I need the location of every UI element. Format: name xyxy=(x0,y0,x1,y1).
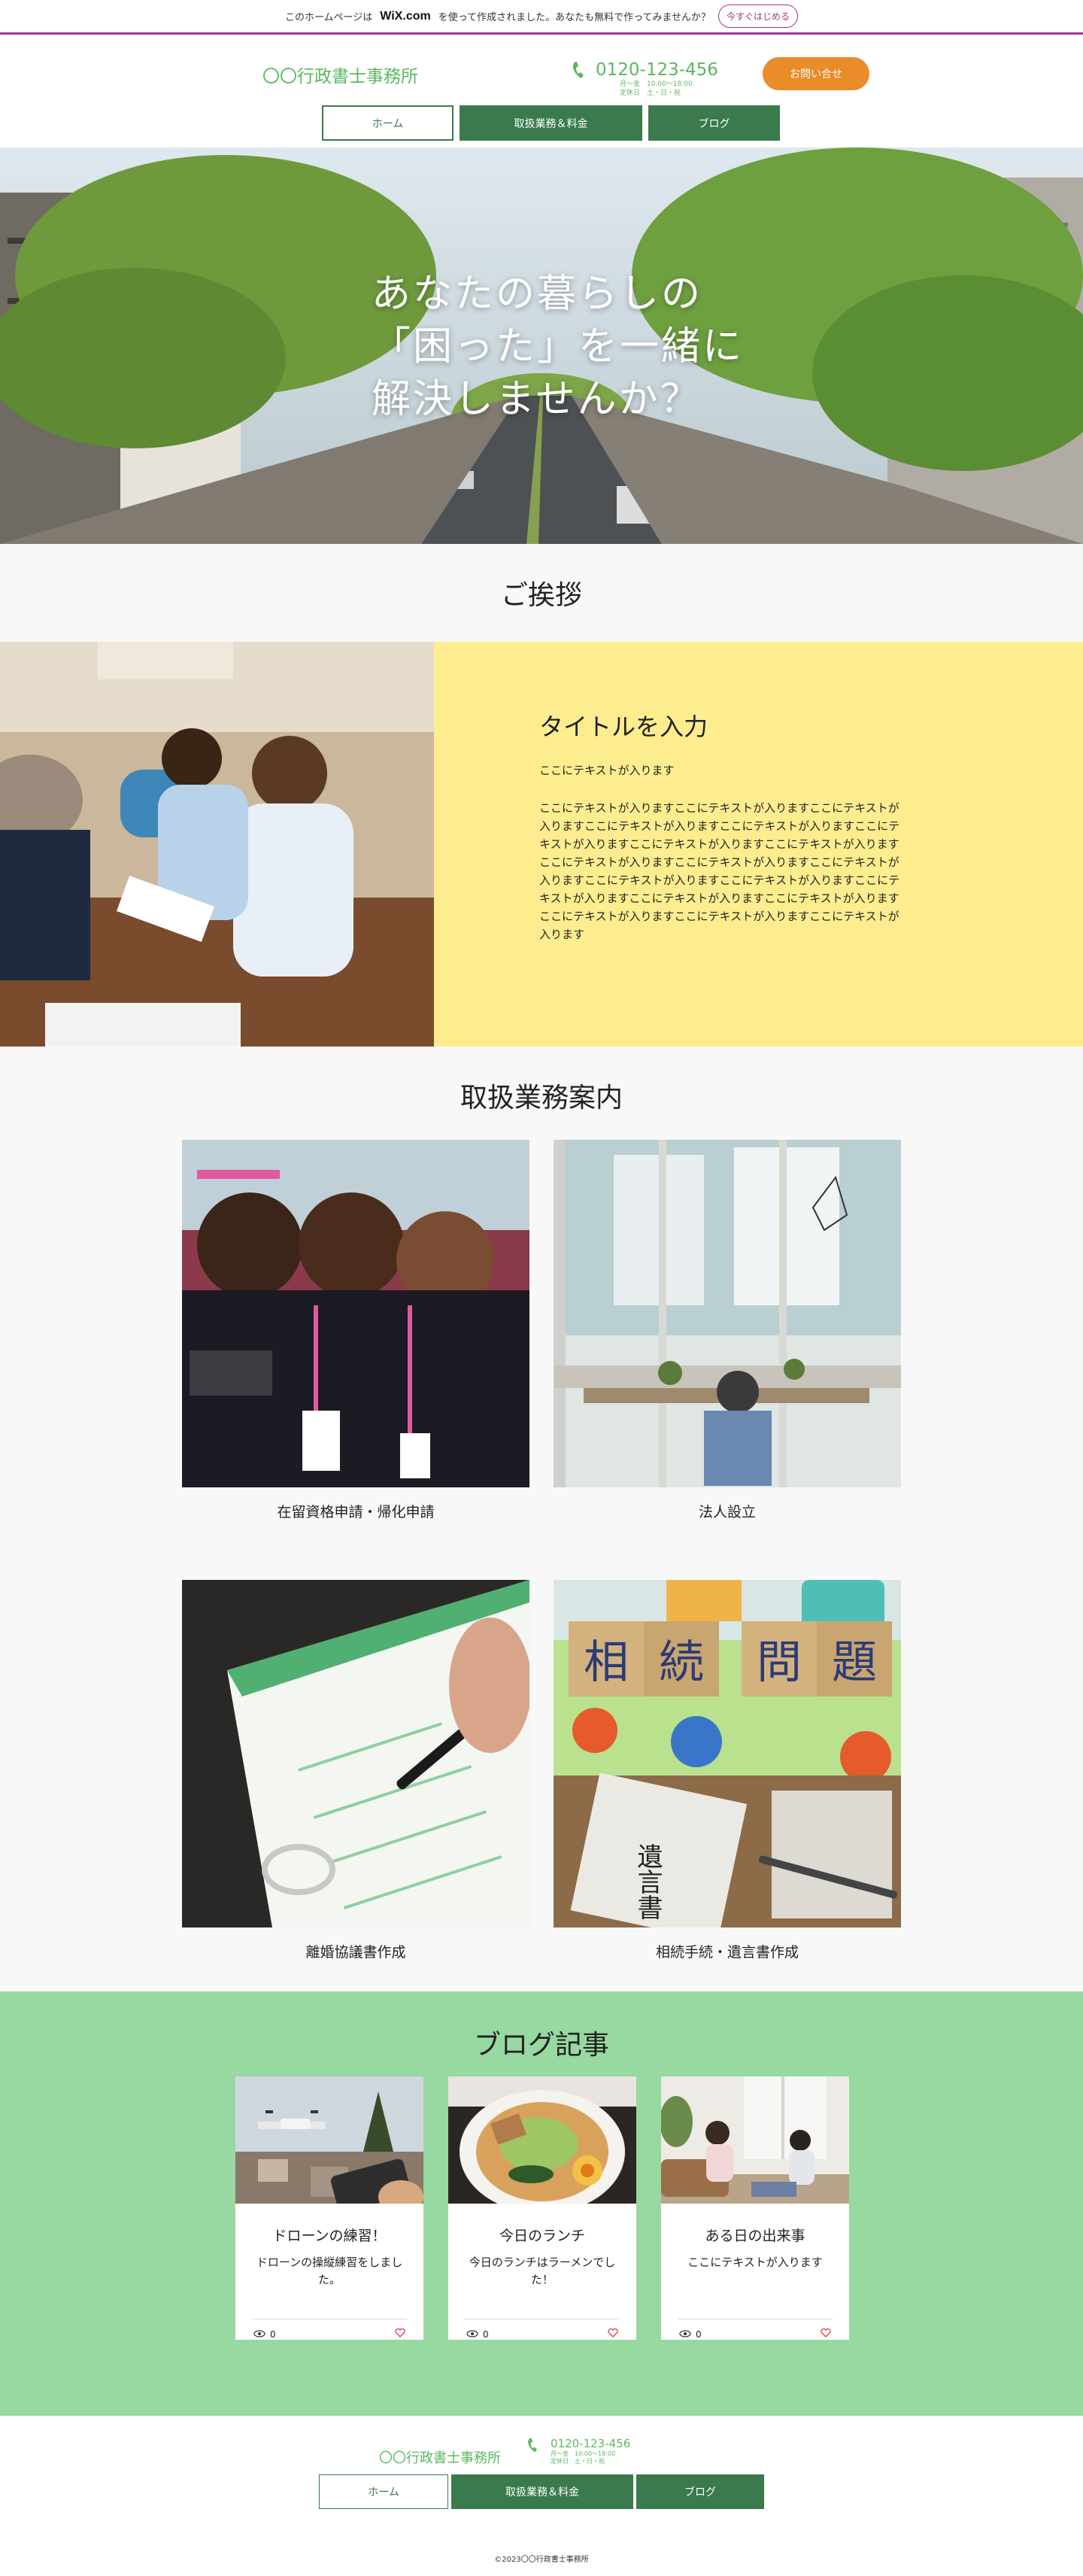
greeting-section: タイトルを入力 ここにテキストが入ります ここにテキストが入りますここにテキスト… xyxy=(0,642,1083,1046)
drone-photo xyxy=(235,2076,423,2204)
visa-service-photo xyxy=(182,1140,529,1487)
footer-nav: ホーム 取扱業務＆料金 ブログ xyxy=(319,2474,764,2509)
greeting-text-panel: タイトルを入力 ここにテキストが入ります ここにテキストが入りますここにテキスト… xyxy=(434,642,1083,1046)
site-header: 〇〇行政書士事務所 0120-123-456 月〜金 10:00〜18:00 定… xyxy=(0,35,1083,147)
divorce-document-photo xyxy=(182,1580,529,1927)
blog-meta: 0 xyxy=(448,2319,636,2340)
will-text: 遺言書 xyxy=(633,1843,663,1920)
greeting-body: ここにテキストが入りますここにテキストが入りますここにテキストが入りますここにテ… xyxy=(539,801,900,941)
blog-title-drone[interactable]: ドローンの練習！ xyxy=(235,2225,423,2245)
block-char-1: 相 xyxy=(584,1636,629,1689)
footer-phone: 0120-123-456 月〜金 10:00〜18:00 定休日 土・日・祝 xyxy=(526,2437,630,2465)
site-footer: 〇〇行政書士事務所 0120-123-456 月〜金 10:00〜18:00 定… xyxy=(0,2416,1083,2576)
header-hours-closed: 定休日 土・日・祝 xyxy=(620,90,681,97)
header-phone: 0120-123-456 月〜金 10:00〜18:00 定休日 土・日・祝 xyxy=(572,60,718,98)
wix-promo-banner: このホームページは WiX.com を使って作成されました。あなたも無料で作って… xyxy=(0,0,1083,35)
hero-line-2: 「困った」を一緒に xyxy=(372,324,745,369)
service-card-visa[interactable]: 在留資格申請・帰化申請 xyxy=(182,1140,529,1521)
hero-section: あなたの暮らしの 「困った」を一緒に 解決しませんか？ xyxy=(0,147,1083,544)
wix-banner-text-after: を使って作成されました。あなたも無料で作ってみませんか？ xyxy=(438,12,711,23)
eye-icon xyxy=(466,2329,478,2340)
wix-banner-text-before: このホームページは xyxy=(284,12,373,23)
heart-icon[interactable] xyxy=(608,2328,618,2340)
block-char-3: 問 xyxy=(757,1636,802,1689)
footer-nav-home[interactable]: ホーム xyxy=(319,2474,448,2509)
greeting-title: タイトルを入力 xyxy=(539,712,708,741)
service-card-divorce[interactable]: 離婚協議書作成 xyxy=(182,1580,529,1961)
ramen-photo xyxy=(448,2076,636,2204)
header-hours-weekday: 月〜金 10:00〜18:00 xyxy=(620,80,693,88)
service-label-divorce[interactable]: 離婚協議書作成 xyxy=(305,1941,405,1961)
greeting-subtitle: ここにテキストが入ります xyxy=(539,764,675,777)
hero-line-3: 解決しませんか？ xyxy=(372,377,702,422)
services-section: 取扱業務案内 在留資格申請・帰化申請 法人設立 離婚協議書作成 相 続 問 題 … xyxy=(0,1046,1083,1991)
hero-line-1: あなたの暮らしの xyxy=(372,272,703,317)
footer-hours-closed: 定休日 土・日・祝 xyxy=(551,2458,605,2465)
header-phone-number[interactable]: 0120-123-456 xyxy=(596,60,718,80)
phone-icon xyxy=(572,60,587,83)
blog-excerpt-lunch: 今日のランチはラーメンでした！ xyxy=(469,2255,616,2286)
footer-nav-services[interactable]: 取扱業務＆料金 xyxy=(451,2474,633,2509)
blog-card-event[interactable]: ある日の出来事 ここにテキストが入ります 0 xyxy=(661,2076,849,2340)
views-counter: 0 xyxy=(466,2329,489,2340)
views-counter: 0 xyxy=(679,2329,702,2340)
site-brand[interactable]: 〇〇行政書士事務所 xyxy=(262,62,418,87)
blog-meta: 0 xyxy=(235,2319,423,2340)
hero-title: あなたの暮らしの 「困った」を一緒に 解決しませんか？ xyxy=(372,268,744,426)
phone-icon xyxy=(526,2437,540,2465)
nav-blog[interactable]: ブログ xyxy=(648,105,780,141)
eye-icon xyxy=(679,2329,691,2340)
views-count: 0 xyxy=(696,2328,702,2340)
contact-button[interactable]: お問い合せ xyxy=(763,57,869,90)
eye-icon xyxy=(253,2329,265,2340)
business-meeting-photo xyxy=(0,642,434,1046)
inheritance-blocks-photo: 相 続 問 題 遺言書 xyxy=(554,1580,901,1927)
blog-section: ブログ記事 ドローンの練習！ ドローンの操縦練習をしました。 0 今日のランチ … xyxy=(0,1991,1083,2416)
services-grid: 在留資格申請・帰化申請 法人設立 離婚協議書作成 相 続 問 題 遺言書 相続手… xyxy=(0,1137,1083,1961)
service-label-incorporation[interactable]: 法人設立 xyxy=(699,1501,756,1521)
footer-hours-weekday: 月〜金 10:00〜18:00 xyxy=(551,2450,616,2457)
service-label-visa[interactable]: 在留資格申請・帰化申請 xyxy=(277,1501,434,1521)
wix-start-button[interactable]: 今すぐはじめる xyxy=(718,5,799,28)
blog-meta: 0 xyxy=(661,2319,849,2340)
blog-card-lunch[interactable]: 今日のランチ 今日のランチはラーメンでした！ 0 xyxy=(448,2076,636,2340)
blog-card-drone[interactable]: ドローンの練習！ ドローンの操縦練習をしました。 0 xyxy=(235,2076,423,2340)
blog-excerpt-drone: ドローンの操縦練習をしました。 xyxy=(256,2255,403,2286)
services-heading: 取扱業務案内 xyxy=(460,1083,623,1113)
block-char-4: 題 xyxy=(832,1636,877,1689)
footer-brand[interactable]: 〇〇行政書士事務所 xyxy=(379,2447,501,2467)
blog-title-event[interactable]: ある日の出来事 xyxy=(661,2225,849,2245)
service-card-inheritance[interactable]: 相 続 問 題 遺言書 相続手続・遺言書作成 xyxy=(554,1580,901,1961)
views-count: 0 xyxy=(270,2328,276,2340)
views-count: 0 xyxy=(483,2328,489,2340)
heart-icon[interactable] xyxy=(821,2328,831,2340)
greeting-heading: ご挨拶 xyxy=(0,544,1083,642)
service-label-inheritance[interactable]: 相続手続・遺言書作成 xyxy=(656,1941,799,1961)
incorporation-office-photo xyxy=(554,1140,901,1487)
views-counter: 0 xyxy=(253,2329,276,2340)
heart-icon[interactable] xyxy=(395,2328,405,2340)
nav-home[interactable]: ホーム xyxy=(322,105,454,141)
blog-title-lunch[interactable]: 今日のランチ xyxy=(448,2225,636,2245)
nav-services[interactable]: 取扱業務＆料金 xyxy=(460,105,642,141)
copyright: ©2023〇〇行政書士事務所 xyxy=(494,2556,589,2564)
service-card-incorporation[interactable]: 法人設立 xyxy=(554,1140,901,1521)
blog-excerpt-event: ここにテキストが入ります xyxy=(687,2255,823,2269)
blog-cards: ドローンの練習！ ドローンの操縦練習をしました。 0 今日のランチ 今日のランチ… xyxy=(235,2076,849,2340)
blog-heading: ブログ記事 xyxy=(473,2030,609,2061)
block-char-2: 続 xyxy=(659,1636,704,1689)
footer-nav-blog[interactable]: ブログ xyxy=(636,2474,764,2509)
family-room-photo xyxy=(661,2076,849,2204)
wix-logo[interactable]: WiX.com xyxy=(380,10,430,23)
footer-phone-number[interactable]: 0120-123-456 xyxy=(551,2437,630,2450)
main-nav: ホーム 取扱業務＆料金 ブログ xyxy=(322,105,780,141)
